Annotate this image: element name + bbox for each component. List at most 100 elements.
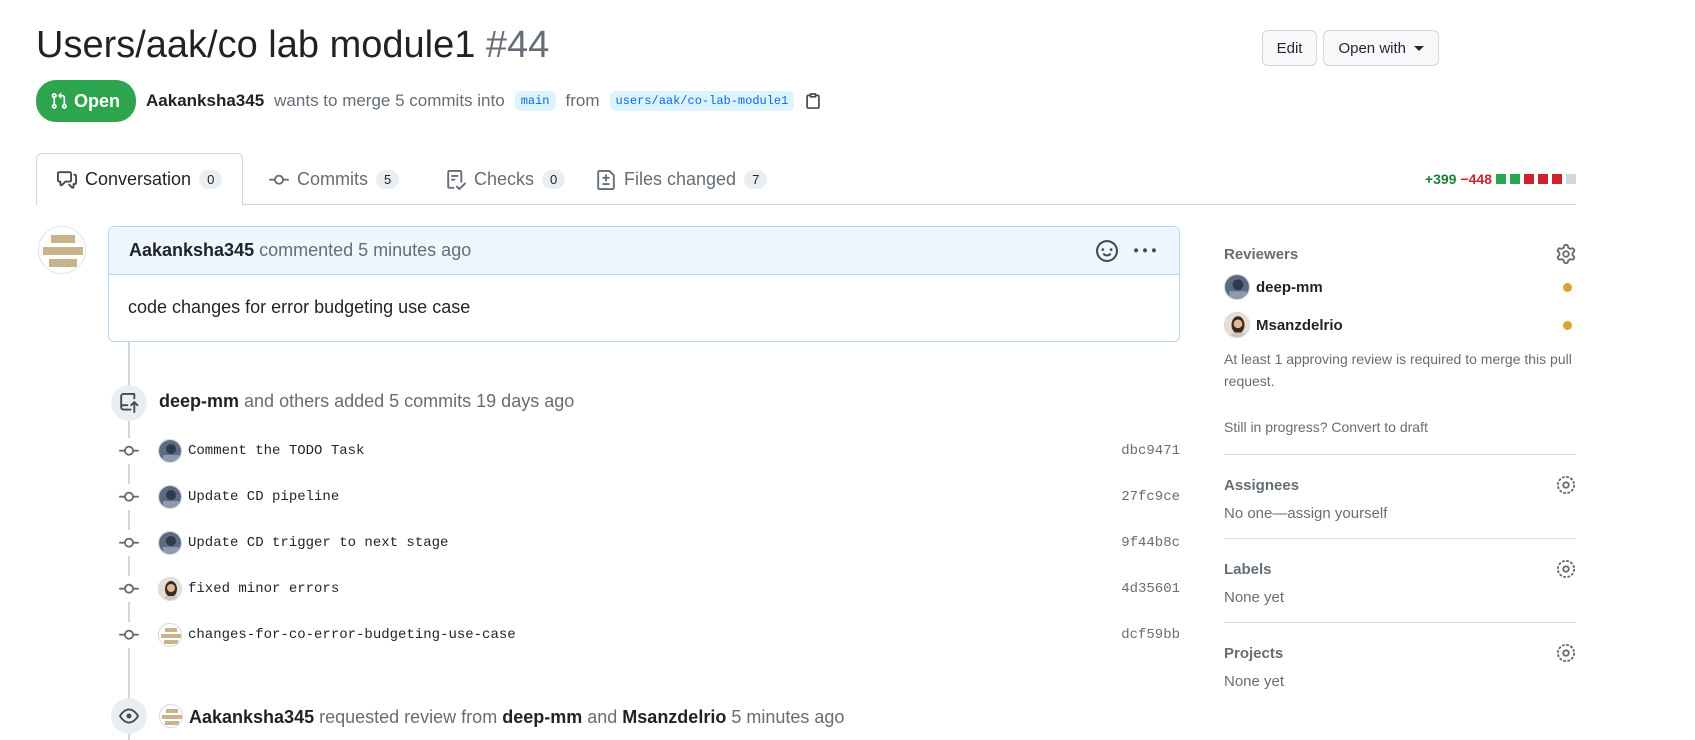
git-pull-request-icon xyxy=(51,92,67,109)
tab-conversation[interactable]: Conversation 0 xyxy=(36,153,244,206)
review-event-time[interactable]: 5 minutes ago xyxy=(731,707,844,727)
diffstat[interactable]: +399 −448 xyxy=(1425,171,1576,187)
review-event-text: requested review from xyxy=(319,707,498,727)
avatar[interactable] xyxy=(159,704,183,728)
git-commit-icon xyxy=(116,484,142,510)
reviewers-heading: Reviewers xyxy=(1224,245,1299,263)
tab-checks-label: Checks xyxy=(474,169,535,189)
copy-icon[interactable] xyxy=(804,92,822,110)
pr-number: #44 xyxy=(485,24,550,66)
review-requirement-note: At least 1 approving review is required … xyxy=(1224,351,1572,389)
sidebar-projects: Projects None yet xyxy=(1224,639,1576,706)
commit-sha-link[interactable]: dbc9471 xyxy=(1121,443,1180,459)
edit-button[interactable]: Edit xyxy=(1261,30,1318,66)
pr-tabs: Conversation 0 Commits 5 Checks 0 Files … xyxy=(36,153,1576,206)
git-commit-icon xyxy=(116,576,142,602)
review-event-reviewer-2[interactable]: Msanzdelrio xyxy=(622,707,726,727)
diffstat-block xyxy=(1496,174,1506,184)
comment-meta[interactable]: commented 5 minutes ago xyxy=(259,240,471,261)
reviewer-name: Msanzdelrio xyxy=(1256,316,1343,334)
commit-message-link[interactable]: fixed minor errors xyxy=(188,581,1121,597)
review-event-actor[interactable]: Aakanksha345 xyxy=(189,707,314,727)
avatar[interactable] xyxy=(158,485,182,509)
open-with-button[interactable]: Open with xyxy=(1323,30,1439,66)
commit-sha-link[interactable]: 27fc9ce xyxy=(1121,489,1180,505)
sidebar: Reviewers deep-mm Msanzdelrio At least 1… xyxy=(1224,240,1576,722)
commit-sha-link[interactable]: dcf59bb xyxy=(1121,627,1180,643)
comment-body: code changes for error budgeting use cas… xyxy=(128,297,471,317)
eye-icon xyxy=(111,698,147,734)
commit-message-link[interactable]: Comment the TODO Task xyxy=(188,443,1121,459)
tab-commits-label: Commits xyxy=(297,169,368,189)
head-branch[interactable]: users/aak/co-lab-module1 xyxy=(609,91,795,111)
tab-files-changed[interactable]: Files changed 7 xyxy=(576,153,787,206)
avatar[interactable] xyxy=(158,439,182,463)
identicon-icon xyxy=(43,235,83,267)
commit-message-link[interactable]: Update CD trigger to next stage xyxy=(188,535,1121,551)
commit-message-link[interactable]: Update CD pipeline xyxy=(188,489,1121,505)
gear-icon[interactable] xyxy=(1556,643,1576,663)
avatar[interactable] xyxy=(158,623,182,647)
git-commit-icon xyxy=(116,622,142,648)
git-commit-icon xyxy=(116,530,142,556)
pr-title: Users/aak/co lab module1 #44 xyxy=(36,24,549,67)
review-event-and: and xyxy=(587,707,618,727)
comment-box: Aakanksha345 commented 5 minutes ago cod… xyxy=(108,226,1180,342)
projects-value: None yet xyxy=(1224,673,1285,690)
sidebar-reviewers: Reviewers deep-mm Msanzdelrio At least 1… xyxy=(1224,240,1576,455)
comment-author-link[interactable]: Aakanksha345 xyxy=(129,240,254,261)
tab-files-changed-count: 7 xyxy=(744,170,768,189)
reviewer-item[interactable]: deep-mm xyxy=(1224,268,1576,306)
pr-meta: Open Aakanksha345 wants to merge 5 commi… xyxy=(36,80,822,122)
file-diff-icon xyxy=(597,169,615,190)
commit-message-link[interactable]: changes-for-co-error-budgeting-use-case xyxy=(188,627,1121,643)
diffstat-block xyxy=(1510,174,1520,184)
avatar[interactable] xyxy=(158,531,182,555)
list-item: Update CD trigger to next stage 9f44b8c xyxy=(116,528,1180,558)
labels-value: None yet xyxy=(1224,589,1285,606)
list-item: Comment the TODO Task dbc9471 xyxy=(116,436,1180,466)
diffstat-additions: +399 xyxy=(1424,171,1457,187)
projects-heading: Projects xyxy=(1224,644,1284,662)
diffstat-block xyxy=(1552,174,1562,184)
commit-sha-link[interactable]: 9f44b8c xyxy=(1121,535,1180,551)
gear-icon[interactable] xyxy=(1556,475,1576,495)
pending-review-dot xyxy=(1563,320,1572,330)
diffstat-block xyxy=(1524,174,1534,184)
merge-text: wants to merge 5 commits into xyxy=(274,91,505,110)
kebab-horizontal-icon[interactable] xyxy=(1131,237,1159,265)
gear-icon[interactable] xyxy=(1556,244,1576,264)
git-commit-icon xyxy=(116,438,142,464)
gear-icon[interactable] xyxy=(1556,559,1576,579)
reviewer-item[interactable]: Msanzdelrio xyxy=(1224,306,1576,344)
avatar[interactable] xyxy=(38,226,86,274)
commits-event: deep-mm and others added 5 commits 19 da… xyxy=(159,391,574,412)
commits-event-actor[interactable]: deep-mm xyxy=(159,391,239,411)
git-commit-icon xyxy=(269,174,289,185)
assignees-heading: Assignees xyxy=(1224,476,1300,494)
comment-discussion-icon xyxy=(57,170,77,189)
status-label: Open xyxy=(74,90,121,111)
avatar[interactable] xyxy=(158,577,182,601)
smiley-icon[interactable] xyxy=(1093,237,1121,265)
caret-down-icon xyxy=(1414,45,1424,51)
commits-event-text: and others added 5 commits 19 days ago xyxy=(244,391,575,411)
list-item: fixed minor errors 4d35601 xyxy=(116,574,1180,604)
base-branch[interactable]: main xyxy=(514,91,556,111)
convert-to-draft-link[interactable]: Still in progress? Convert to draft xyxy=(1224,416,1576,438)
pr-author-link[interactable]: Aakanksha345 xyxy=(146,91,264,111)
commit-sha-link[interactable]: 4d35601 xyxy=(1121,581,1180,597)
review-event-reviewer-1[interactable]: deep-mm xyxy=(502,707,582,727)
pending-review-dot xyxy=(1563,282,1572,292)
open-with-label: Open with xyxy=(1338,39,1406,57)
comment-header: Aakanksha345 commented 5 minutes ago xyxy=(109,227,1179,275)
repo-push-icon xyxy=(111,385,147,421)
tab-checks-count: 0 xyxy=(542,170,566,189)
tab-commits[interactable]: Commits 5 xyxy=(249,153,419,206)
from-text: from xyxy=(565,91,600,110)
labels-heading: Labels xyxy=(1224,560,1272,578)
pr-title-text: Users/aak/co lab module1 xyxy=(36,24,476,66)
assignees-value[interactable]: No one—assign yourself xyxy=(1224,505,1576,522)
tab-checks[interactable]: Checks 0 xyxy=(426,153,585,206)
avatar xyxy=(1224,312,1250,338)
